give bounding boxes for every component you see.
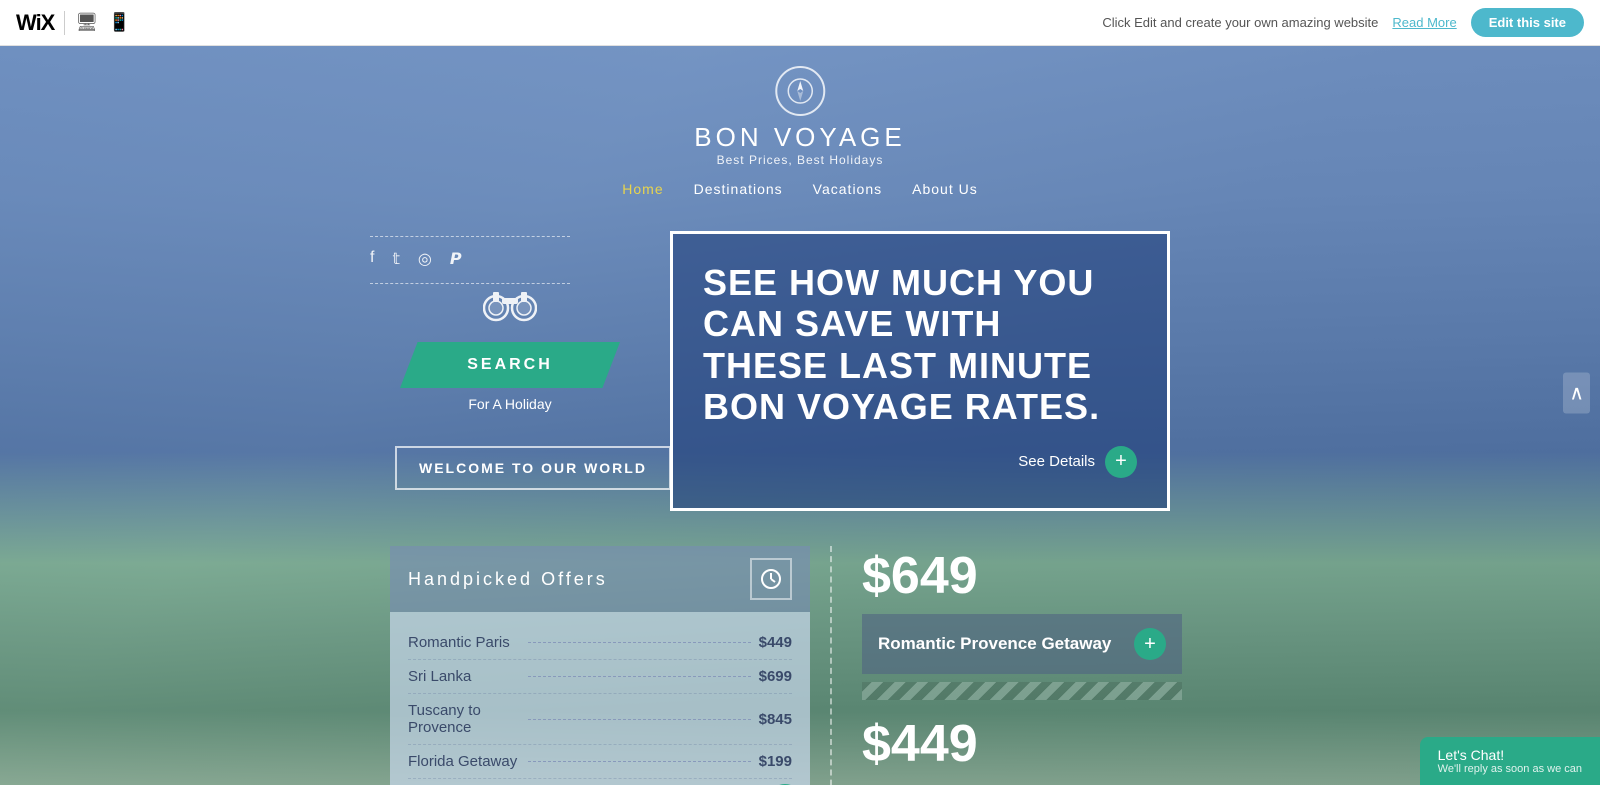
main-area: BON VOYAGE Best Prices, Best Holidays Ho… [0,46,1600,785]
offer-price: $699 [759,668,792,685]
pinterest-icon[interactable]: 𝙋 [450,249,462,269]
dashed-line-bottom [370,283,570,284]
nav-item-vacations[interactable]: Vacations [813,181,882,197]
offer-name: Tuscany to Provence [408,702,520,736]
nav-item-about[interactable]: About Us [912,181,978,197]
brand-tagline: Best Prices, Best Holidays [694,153,905,167]
offer-row-paris: Romantic Paris $449 [408,626,792,660]
dashed-line-top [370,236,570,237]
search-button[interactable]: SEARCH [400,342,620,388]
top-bar: WiX 🖥 📱 Click Edit and create your own a… [0,0,1600,46]
chat-bubble[interactable]: Let's Chat! We'll reply as soon as we ca… [1420,737,1600,785]
search-sub-label: For A Holiday [400,396,620,412]
stripe-decoration [862,682,1182,700]
offer-row-florida: Florida Getaway $199 [408,745,792,779]
destination-name: Romantic Provence Getaway [878,633,1111,655]
offer-name: Romantic Paris [408,634,520,651]
search-section: SEARCH For A Holiday [400,286,620,412]
offer-dots [528,719,751,720]
read-more-link[interactable]: Read More [1392,15,1456,30]
see-details-button[interactable]: + [1105,446,1137,478]
nav-item-destinations[interactable]: Destinations [694,181,783,197]
handpicked-header: Handpicked Offers [390,546,810,612]
binoculars-icon [400,286,620,332]
chat-sub: We'll reply as soon as we can [1438,763,1582,775]
nav-bar: Home Destinations Vacations About Us [622,181,977,197]
left-panel: Handpicked Offers Romantic Paris $449 [390,546,810,785]
handpicked-title: Handpicked Offers [408,569,608,590]
compass-icon [775,66,825,116]
offer-row-srilanka: Sri Lanka $699 [408,660,792,694]
top-bar-right: Click Edit and create your own amazing w… [1102,8,1584,37]
topbar-message: Click Edit and create your own amazing w… [1102,15,1378,30]
chat-label: Let's Chat! [1438,747,1582,763]
offer-dots [528,642,751,643]
offer-dots [528,761,751,762]
destination-plus-button[interactable]: + [1134,628,1166,660]
promo-box: SEE HOW MUCH YOU CAN SAVE WITH THESE LAS… [670,231,1170,511]
social-icons-area: f 𝕥 ◎ 𝙋 [370,236,570,288]
instagram-icon[interactable]: ◎ [418,249,432,269]
featured-price-1: $649 [862,546,1590,606]
desktop-icon[interactable]: 🖥 [75,12,98,33]
top-bar-left: WiX 🖥 📱 [16,10,131,36]
offer-dots [528,676,751,677]
offer-price: $199 [759,753,792,770]
logo-area: BON VOYAGE Best Prices, Best Holidays [694,66,905,167]
wix-logo: WiX [16,10,54,36]
scroll-arrow[interactable]: ∧ [1563,372,1590,413]
dashed-divider [830,546,832,785]
see-details-row: See Details + [703,446,1137,478]
brand-name: BON VOYAGE [694,122,905,153]
welcome-text: WELCOME TO OUR WORLD [419,460,647,476]
offer-price: $845 [759,711,792,728]
bottom-section: Handpicked Offers Romantic Paris $449 [0,546,1600,785]
offer-name: Sri Lanka [408,668,520,685]
offer-row-nyc: NYC Escape $899 [408,779,792,785]
offer-name: Florida Getaway [408,753,520,770]
offer-price: $449 [759,634,792,651]
welcome-box: WELCOME TO OUR WORLD [395,446,671,490]
mobile-icon[interactable]: 📱 [108,12,130,33]
offers-wrapper: Romantic Paris $449 Sri Lanka $699 Tusca… [390,612,810,785]
see-details-label: See Details [1018,453,1095,470]
facebook-icon[interactable]: f [370,249,374,269]
destination-card: Romantic Provence Getaway + [862,614,1182,674]
twitter-icon[interactable]: 𝕥 [392,249,399,269]
divider [64,11,65,35]
edit-site-button[interactable]: Edit this site [1471,8,1584,37]
clock-icon [750,558,792,600]
offer-row-tuscany: Tuscany to Provence $845 [408,694,792,745]
promo-headline: SEE HOW MUCH YOU CAN SAVE WITH THESE LAS… [703,262,1137,428]
social-row: f 𝕥 ◎ 𝙋 [370,249,570,269]
offers-list: Romantic Paris $449 Sri Lanka $699 Tusca… [390,612,810,785]
nav-item-home[interactable]: Home [622,181,663,197]
